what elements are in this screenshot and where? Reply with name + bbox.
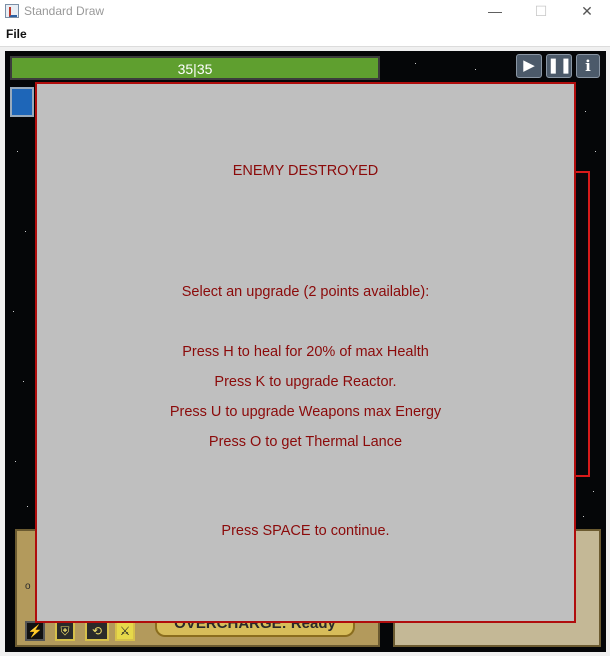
star: [593, 491, 594, 492]
star: [475, 69, 476, 70]
star: [17, 151, 18, 152]
health-bar: 35|35: [10, 56, 380, 80]
shield-meter: [10, 87, 34, 117]
star: [23, 381, 24, 382]
shield-icon[interactable]: ⛨: [55, 621, 75, 641]
pause-icon[interactable]: ❚❚: [546, 54, 572, 78]
panel-marker: o: [25, 581, 31, 592]
upgrade-option-weapons[interactable]: Press U to upgrade Weapons max Energy: [37, 404, 574, 420]
dialog-prompt: Select an upgrade (2 points available):: [181, 284, 430, 300]
lance-icon[interactable]: ⚔: [115, 621, 135, 641]
star: [13, 311, 14, 312]
close-button[interactable]: ✕: [564, 0, 610, 24]
star: [25, 231, 26, 232]
info-icon[interactable]: i: [576, 54, 600, 78]
health-value: 35|35: [177, 61, 213, 77]
lightning-icon[interactable]: ⚡: [25, 621, 45, 641]
play-icon[interactable]: ▶: [516, 54, 542, 78]
dialog-continue[interactable]: Press SPACE to continue.: [37, 523, 574, 539]
star: [415, 63, 416, 64]
upgrade-option-heal[interactable]: Press H to heal for 20% of max Health: [37, 344, 574, 360]
star: [585, 111, 586, 112]
cycle-icon[interactable]: ⟲: [85, 621, 109, 641]
window-titlebar: Standard Draw — ☐ ✕: [0, 0, 610, 24]
menu-file[interactable]: File: [6, 27, 27, 41]
minimize-button[interactable]: —: [472, 0, 518, 24]
upgrade-option-reactor[interactable]: Press K to upgrade Reactor.: [37, 374, 574, 390]
upgrade-dialog: ENEMY DESTROYED Select an upgrade (2 poi…: [35, 82, 576, 623]
upgrade-option-thermal-lance[interactable]: Press O to get Thermal Lance: [37, 434, 574, 450]
star: [583, 516, 584, 517]
window-title: Standard Draw: [24, 4, 105, 18]
star: [15, 461, 16, 462]
star: [27, 506, 28, 507]
dialog-heading: ENEMY DESTROYED: [232, 163, 379, 179]
maximize-button[interactable]: ☐: [518, 0, 564, 24]
star: [595, 151, 596, 152]
menu-bar: File: [0, 24, 610, 47]
java-app-icon: [5, 4, 19, 18]
